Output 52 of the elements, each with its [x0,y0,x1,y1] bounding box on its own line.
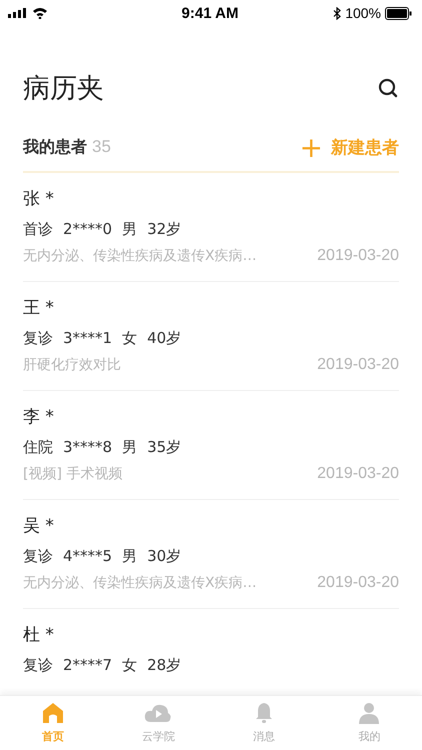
home-icon [42,702,64,724]
visit-type: 住院 [23,438,53,456]
record-note: 无内分泌、传染性疾病及遗传X疾病… [23,247,257,265]
bluetooth-icon [333,6,342,20]
patient-id: 2****7 [63,656,112,674]
patient-sex: 女 [122,328,138,348]
record-note: [视频] 手术视频 [23,465,122,483]
patient-sex: 男 [122,546,138,566]
patient-age: 32岁 [147,220,182,238]
search-icon [378,78,398,98]
patient-name: 李 * [23,406,55,429]
patient-id: 4****5 [63,547,112,565]
patient-row[interactable]: 李 * 住院 3****8 男 35岁 [视频] 手术视频 2019-03-20 [23,391,399,500]
patient-age: 40岁 [147,328,182,348]
patient-row[interactable]: 吴 * 复诊 4****5 男 30岁 无内分泌、传染性疾病及遗传X疾病… 2019-03-20 [23,500,399,609]
visit-type: 首诊 [23,220,53,238]
patient-row[interactable]: 王 * 复诊 3****1 女 40岁 肝硬化疗效对比 2019-03-20 [23,282,399,391]
record-note: 无内分泌、传染性疾病及遗传X疾病… [23,574,257,592]
wifi-icon [32,7,48,19]
patient-id: 3****1 [63,329,112,347]
battery-icon [385,6,412,20]
section-label: 我的患者 [23,137,87,158]
patient-name: 张 * [23,188,55,211]
bell-icon [254,702,273,724]
patient-row[interactable]: 张 * 首诊 2****0 男 32岁 无内分泌、传染性疾病及遗传X疾病… 2019-03-20 [23,173,399,282]
patient-count: 35 [92,137,111,157]
record-date: 2019-03-20 [317,465,399,483]
patient-name: 王 * [23,297,55,320]
record-date: 2019-03-20 [317,356,399,374]
patient-id: 3****8 [63,438,112,456]
status-time: 9:41 AM [182,4,238,22]
signal-icon [8,8,26,18]
patient-name: 吴 * [23,515,55,538]
patient-age: 28岁 [147,656,182,674]
patient-sex: 女 [122,656,138,674]
cloud-play-icon [144,703,172,723]
patient-age: 35岁 [147,438,182,456]
page-title: 病历夹 [23,72,104,106]
record-date: 2019-03-20 [317,247,399,265]
patient-age: 30岁 [147,546,182,566]
visit-type: 复诊 [23,656,53,674]
patient-id: 2****0 [63,220,112,238]
patient-sex: 男 [122,438,138,456]
visit-type: 复诊 [23,328,53,348]
record-date: 2019-03-20 [317,574,399,592]
search-button[interactable] [378,78,398,98]
visit-type: 复诊 [23,546,53,566]
patient-name: 杜 * [23,624,55,647]
patient-sex: 男 [122,220,138,238]
battery-percent: 100% [345,5,381,21]
person-icon [358,702,380,724]
record-note: 肝硬化疗效对比 [23,356,121,374]
